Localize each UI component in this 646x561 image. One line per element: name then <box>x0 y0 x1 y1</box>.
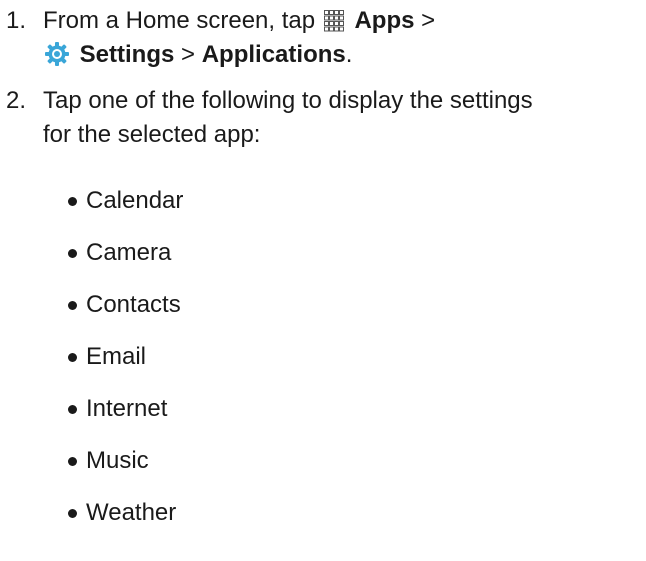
list-item-weather: Weather <box>0 496 646 530</box>
settings-gear-icon <box>44 41 70 77</box>
list-item-label: Music <box>86 447 149 474</box>
list-item-email: Email <box>0 340 646 374</box>
bullet-icon <box>68 457 77 466</box>
list-item-calendar: Calendar <box>0 184 646 218</box>
list-item-label: Calendar <box>86 187 184 214</box>
list-item-camera: Camera <box>0 236 646 270</box>
step-1-line-2: Settings > Applications. <box>43 38 643 72</box>
bullet-icon <box>68 301 77 310</box>
list-item-label: Internet <box>86 395 168 422</box>
period: . <box>345 41 353 68</box>
applications-label: Applications <box>201 41 346 68</box>
bullet-icon <box>68 197 77 206</box>
step-2-text: Tap one of the following to display the … <box>43 84 643 152</box>
bullet-icon <box>68 249 77 258</box>
settings-label: Settings <box>79 41 175 68</box>
step-2-number: 2. <box>6 87 27 114</box>
step-1-intro-text: From a Home screen, tap <box>43 7 316 34</box>
settings-gear-icon-svg <box>45 42 69 66</box>
list-item-internet: Internet <box>0 392 646 426</box>
step-2-line-1: Tap one of the following to display the … <box>43 87 533 114</box>
list-item-label: Contacts <box>86 291 181 318</box>
list-item-label: Camera <box>86 239 172 266</box>
bullet-icon <box>68 353 77 362</box>
separator-arrow: > <box>181 41 196 68</box>
bullet-icon <box>68 509 77 518</box>
step-1-text: From a Home screen, tap Apps > Settings … <box>43 4 643 72</box>
instructions-document: 1. From a Home screen, tap Apps > Settin… <box>0 0 646 561</box>
step-1-line-1: From a Home screen, tap Apps > <box>43 4 643 38</box>
list-item-music: Music <box>0 444 646 478</box>
step-2-line-2: for the selected app: <box>43 121 261 148</box>
separator-arrow: > <box>421 7 436 34</box>
list-item-label: Email <box>86 343 147 370</box>
list-item-contacts: Contacts <box>0 288 646 322</box>
step-1-number: 1. <box>6 7 27 34</box>
bullet-icon <box>68 405 77 414</box>
apps-label: Apps <box>354 7 415 34</box>
apps-grid-icon-svg <box>323 10 344 32</box>
list-item-label: Weather <box>86 499 177 526</box>
